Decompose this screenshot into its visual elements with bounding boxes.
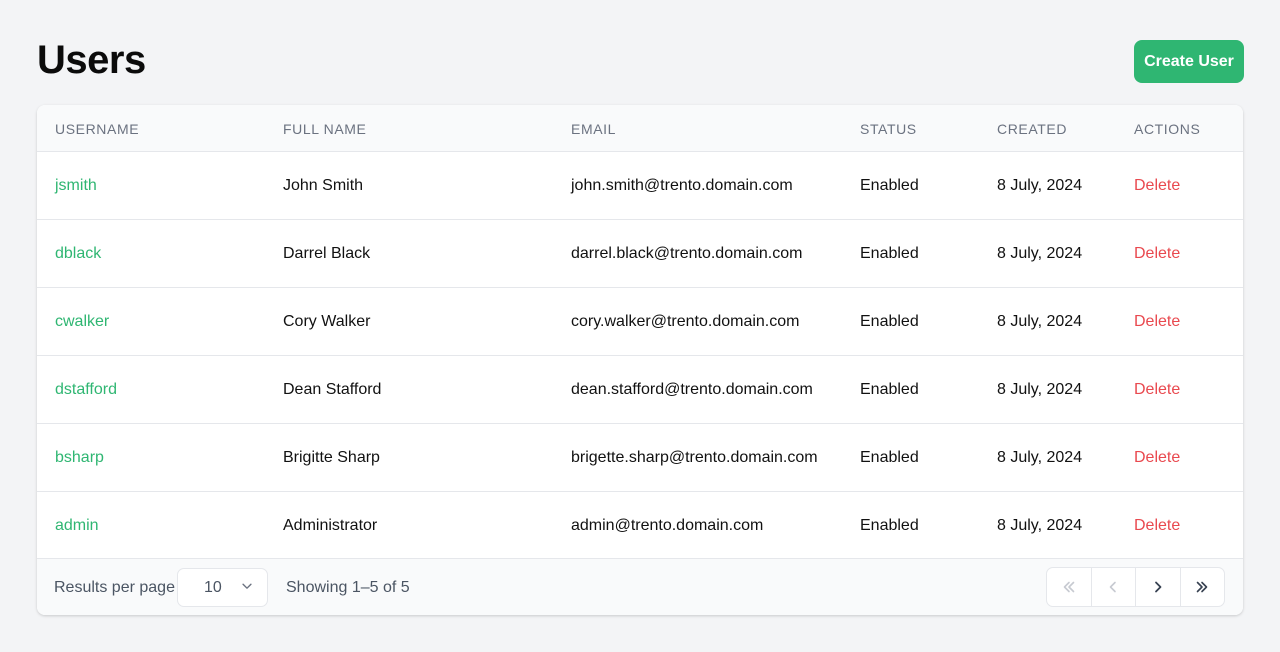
email-cell: cory.walker@trento.domain.com [571,313,800,330]
column-header-created[interactable]: CREATED [997,121,1067,137]
full-name-cell: Administrator [283,517,378,534]
results-per-page-value: 10 [204,579,222,596]
full-name-cell: Dean Stafford [283,381,382,398]
last-page-button[interactable] [1181,568,1225,606]
results-per-page-select[interactable]: 10 [177,568,268,607]
username-link[interactable]: jsmith [55,177,97,195]
table-row: bsharp Brigitte Sharp brigette.sharp@tre… [37,424,1243,492]
created-cell: 8 July, 2024 [997,313,1083,330]
username-link[interactable]: bsharp [55,449,104,467]
column-header-status[interactable]: STATUS [860,121,917,137]
email-cell: darrel.black@trento.domain.com [571,245,803,262]
create-user-button[interactable]: Create User [1134,40,1244,83]
chevron-down-icon [242,583,252,589]
username-link[interactable]: dblack [55,245,101,263]
showing-count: Showing 1–5 of 5 [286,579,410,596]
email-cell: admin@trento.domain.com [571,517,764,534]
delete-button[interactable]: Delete [1134,517,1180,535]
created-cell: 8 July, 2024 [997,517,1083,534]
table-row: dstafford Dean Stafford dean.stafford@tr… [37,356,1243,424]
table-row: dblack Darrel Black darrel.black@trento.… [37,220,1243,288]
column-header-full-name[interactable]: FULL NAME [283,121,366,137]
created-cell: 8 July, 2024 [997,449,1083,466]
email-cell: dean.stafford@trento.domain.com [571,381,813,398]
status-cell: Enabled [860,313,919,330]
table-header: USERNAME FULL NAME EMAIL STATUS CREATED … [37,105,1243,152]
full-name-cell: Brigitte Sharp [283,449,380,466]
chevron-right-icon [1154,581,1162,593]
created-cell: 8 July, 2024 [997,177,1083,194]
status-cell: Enabled [860,449,919,466]
full-name-cell: Cory Walker [283,313,371,330]
first-page-button[interactable] [1047,568,1092,606]
status-cell: Enabled [860,517,919,534]
email-cell: brigette.sharp@trento.domain.com [571,449,818,466]
results-per-page-label: Results per page [54,579,175,596]
double-chevron-right-icon [1196,581,1208,593]
table-row: cwalker Cory Walker cory.walker@trento.d… [37,288,1243,356]
column-header-actions: ACTIONS [1134,121,1201,137]
delete-button[interactable]: Delete [1134,449,1180,467]
created-cell: 8 July, 2024 [997,381,1083,398]
status-cell: Enabled [860,381,919,398]
username-link[interactable]: dstafford [55,381,117,399]
delete-button[interactable]: Delete [1134,313,1180,331]
table-row: jsmith John Smith john.smith@trento.doma… [37,152,1243,220]
delete-button[interactable]: Delete [1134,245,1180,263]
full-name-cell: John Smith [283,177,364,194]
delete-button[interactable]: Delete [1134,381,1180,399]
users-table: USERNAME FULL NAME EMAIL STATUS CREATED … [37,105,1243,615]
full-name-cell: Darrel Black [283,245,371,262]
created-cell: 8 July, 2024 [997,245,1083,262]
delete-button[interactable]: Delete [1134,177,1180,195]
next-page-button[interactable] [1136,568,1181,606]
double-chevron-left-icon [1063,581,1075,593]
status-cell: Enabled [860,177,919,194]
page-title: Users [37,38,146,82]
chevron-left-icon [1109,581,1117,593]
column-header-username[interactable]: USERNAME [55,121,139,137]
pagination-controls [1046,567,1225,607]
pagination-footer: Results per page 10 Showing 1–5 of 5 [37,558,1243,615]
username-link[interactable]: admin [55,517,99,535]
column-header-email[interactable]: EMAIL [571,121,616,137]
previous-page-button[interactable] [1092,568,1136,606]
username-link[interactable]: cwalker [55,313,109,331]
email-cell: john.smith@trento.domain.com [571,177,793,194]
status-cell: Enabled [860,245,919,262]
table-row: admin Administrator admin@trento.domain.… [37,492,1243,560]
